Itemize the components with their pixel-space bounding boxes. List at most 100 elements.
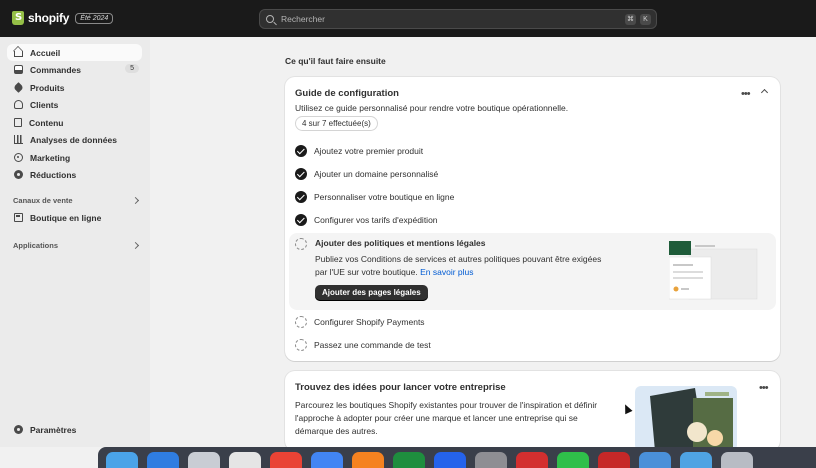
sidebar-item-accueil[interactable]: Accueil — [7, 44, 142, 61]
dashed-circle-icon — [295, 339, 307, 351]
check-circle-icon — [295, 214, 307, 226]
safari-icon[interactable] — [147, 452, 179, 468]
command-key-icon: ⌘ — [625, 14, 636, 25]
sidebar-item-label: Boutique en ligne — [30, 212, 102, 223]
dashed-circle-icon[interactable] — [295, 238, 307, 250]
section-title: Ce qu'il faut faire ensuite — [285, 56, 386, 66]
folder-icon[interactable] — [680, 452, 712, 468]
chevron-right-icon[interactable] — [131, 196, 140, 205]
ideas-card-title: Trouvez des idées pour lancer votre entr… — [295, 382, 506, 393]
sidebar-item-parametres[interactable]: Paramètres — [7, 421, 142, 438]
top-bar: shopify Été 2024 Rechercher ⌘ K — [0, 0, 816, 37]
search-icon — [266, 15, 274, 23]
sublime-icon[interactable] — [352, 452, 384, 468]
sidebar-item-analyses[interactable]: Analyses de données — [7, 131, 142, 148]
trash-icon[interactable] — [721, 452, 753, 468]
sheets-icon[interactable] — [393, 452, 425, 468]
task-item[interactable]: Ajouter un domaine personnalisé — [295, 167, 438, 181]
discount-icon — [14, 170, 23, 179]
shopify-bag-icon — [12, 11, 24, 25]
setup-guide-title: Guide de configuration — [295, 88, 399, 99]
sales-channels-title[interactable]: Canaux de vente — [13, 196, 73, 205]
launchpad-icon[interactable] — [188, 452, 220, 468]
macos-dock — [98, 447, 816, 468]
orders-count-badge: 5 — [125, 64, 139, 73]
slack-icon[interactable] — [229, 452, 261, 468]
sidebar-item-clients[interactable]: Clients — [7, 96, 142, 113]
sidebar-item-boutique-en-ligne[interactable]: Boutique en ligne — [7, 209, 142, 226]
ideas-card-description: Parcourez les boutiques Shopify existant… — [295, 400, 598, 436]
shopify-logo[interactable]: shopify Été 2024 — [12, 11, 114, 25]
sidebar-item-label: Clients — [30, 99, 59, 110]
setup-guide-subtitle: Utilisez ce guide personnalisé pour rend… — [295, 103, 569, 113]
check-circle-icon — [295, 145, 307, 157]
legal-pages-illustration — [669, 241, 759, 300]
chevron-right-icon[interactable] — [131, 241, 140, 250]
sidebar-item-produits[interactable]: Produits — [7, 79, 142, 96]
task-label: Personnaliser votre boutique en ligne — [314, 192, 455, 202]
sidebar-item-label: Paramètres — [30, 424, 77, 435]
analytics-icon — [14, 135, 23, 144]
search-bar[interactable]: Rechercher ⌘ K — [259, 9, 657, 29]
sidebar-item-label: Analyses de données — [30, 134, 117, 145]
search-placeholder: Rechercher — [281, 14, 325, 24]
home-icon — [14, 51, 23, 57]
task-item[interactable]: Ajoutez votre premier produit — [295, 144, 423, 158]
sidebar-item-marketing[interactable]: Marketing — [7, 149, 142, 166]
chrome-icon[interactable] — [270, 452, 302, 468]
person-icon — [14, 100, 23, 109]
more-options-icon[interactable]: ••• — [759, 383, 769, 394]
task-item[interactable]: Passez une commande de test — [295, 338, 431, 352]
check-circle-icon — [295, 168, 307, 180]
expanded-task-title: Ajouter des politiques et mentions légal… — [315, 238, 486, 248]
sidebar-item-label: Réductions — [30, 169, 77, 180]
check-circle-icon — [295, 191, 307, 203]
facetime-icon[interactable] — [557, 452, 589, 468]
store-icon — [14, 213, 23, 222]
edition-badge[interactable]: Été 2024 — [75, 12, 114, 24]
logo-text: shopify — [28, 11, 70, 25]
task-item[interactable]: Personnaliser votre boutique en ligne — [295, 190, 454, 204]
sidebar: Accueil Commandes 5 Produits Clients Con… — [0, 37, 150, 447]
target-icon — [14, 153, 23, 162]
app-icon[interactable] — [434, 452, 466, 468]
ideas-card: Trouvez des idées pour lancer votre entr… — [285, 371, 780, 451]
content-icon — [14, 118, 22, 127]
task-label: Passez une commande de test — [314, 340, 431, 350]
orders-icon — [14, 65, 23, 74]
task-label: Ajouter un domaine personnalisé — [314, 169, 439, 179]
sidebar-item-label: Produits — [30, 82, 65, 93]
app-red-icon[interactable] — [516, 452, 548, 468]
sidebar-item-contenu[interactable]: Contenu — [7, 114, 142, 131]
task-label: Configurer vos tarifs d'expédition — [314, 215, 438, 225]
tag-icon — [13, 82, 24, 93]
app-blue-icon[interactable] — [639, 452, 671, 468]
sidebar-item-label: Commandes — [30, 64, 82, 75]
task-label: Ajoutez votre premier produit — [314, 146, 424, 156]
add-legal-pages-button[interactable]: Ajouter des pages légales — [315, 285, 428, 301]
system-settings-icon[interactable] — [475, 452, 507, 468]
acrobat-icon[interactable] — [598, 452, 630, 468]
task-item[interactable]: Configurer vos tarifs d'expédition — [295, 213, 438, 227]
sidebar-item-label: Accueil — [30, 47, 61, 58]
learn-more-link[interactable]: En savoir plus — [420, 267, 473, 277]
sidebar-item-commandes[interactable]: Commandes 5 — [7, 61, 142, 78]
k-key-icon: K — [640, 14, 651, 25]
apps-title[interactable]: Applications — [13, 241, 58, 250]
chevron-up-icon[interactable] — [760, 88, 769, 97]
dashed-circle-icon — [295, 316, 307, 328]
finder-icon[interactable] — [106, 452, 138, 468]
sidebar-item-label: Marketing — [30, 152, 71, 163]
more-options-icon[interactable]: ••• — [741, 89, 751, 100]
setup-guide-card: Guide de configuration ••• Utilisez ce g… — [285, 77, 780, 361]
sidebar-item-reductions[interactable]: Réductions — [7, 166, 142, 183]
task-label: Configurer Shopify Payments — [314, 317, 425, 327]
store-ideas-illustration — [635, 386, 737, 451]
expanded-task-description: Publiez vos Conditions de services et au… — [315, 253, 615, 279]
progress-badge: 4 sur 7 effectuée(s) — [295, 116, 378, 131]
docs-icon[interactable] — [311, 452, 343, 468]
sidebar-item-label: Contenu — [29, 117, 64, 128]
settings-gear-icon — [14, 425, 23, 434]
task-item[interactable]: Configurer Shopify Payments — [295, 315, 425, 329]
expanded-task-panel: Ajouter des politiques et mentions légal… — [289, 233, 776, 310]
